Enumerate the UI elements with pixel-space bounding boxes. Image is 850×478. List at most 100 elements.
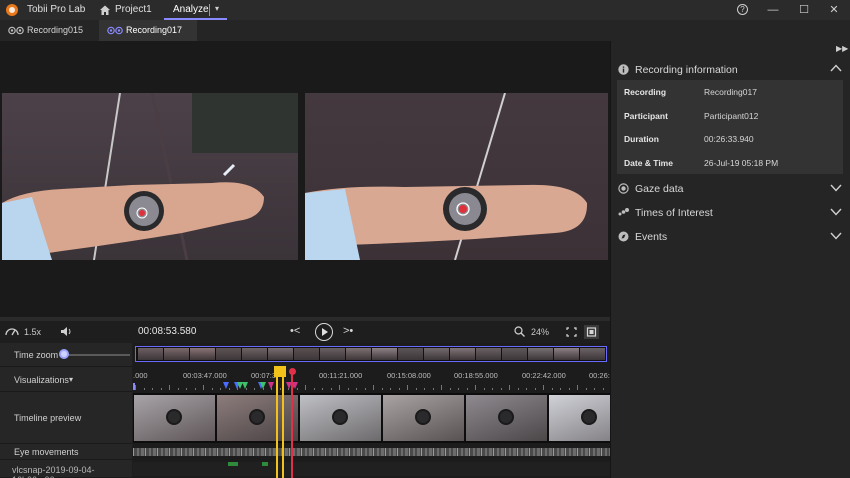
chevron-down-icon[interactable]: [830, 181, 842, 193]
marker-line: [291, 369, 293, 478]
chevron-down-icon[interactable]: [830, 229, 842, 241]
playhead-handle[interactable]: [274, 366, 286, 377]
tab-analyze[interactable]: Analyze ▾: [164, 0, 227, 20]
eye-movement-segment: [389, 448, 391, 456]
eye-movements-label: Eye movements: [14, 447, 79, 457]
eye-movement-segment: [169, 448, 170, 456]
ruler-tick: [322, 388, 323, 390]
step-back-icon[interactable]: •<: [290, 325, 300, 337]
watch-image: [581, 409, 597, 425]
eye-movements-track[interactable]: [133, 448, 612, 456]
overview-thumbnail: [138, 348, 163, 360]
time-zoom-label: Time zoom: [14, 350, 59, 360]
scene-image: [2, 93, 298, 260]
eye-movement-segment: [525, 448, 528, 456]
event-marker-icon[interactable]: [242, 382, 248, 389]
help-icon[interactable]: ?: [737, 4, 748, 15]
ruler-tick: [407, 385, 408, 390]
time-zoom-slider[interactable]: [62, 354, 130, 356]
eye-movement-segment: [573, 448, 576, 456]
step-forward-icon[interactable]: >•: [343, 325, 353, 337]
watch-image: [166, 409, 182, 425]
maximize-icon[interactable]: ☐: [796, 2, 812, 18]
eye-movement-segment: [517, 448, 518, 456]
info-value: Recording017: [704, 87, 757, 97]
home-icon[interactable]: [99, 4, 111, 16]
ruler-tick: [194, 388, 196, 390]
snapshot-hit[interactable]: [228, 462, 238, 466]
eye-movement-segment: [225, 448, 228, 456]
info-row: Duration 00:26:33.940: [617, 127, 843, 150]
ruler-tick: [534, 388, 536, 390]
event-marker-icon[interactable]: [223, 382, 229, 389]
eye-movement-segment: [293, 448, 295, 456]
time-zoom-slider-thumb[interactable]: [59, 349, 69, 359]
eye-movement-segment: [541, 448, 542, 456]
ruler-tick: [517, 388, 519, 390]
fullscreen-icon[interactable]: [584, 325, 599, 339]
search-icon[interactable]: [514, 326, 525, 337]
eye-movement-segment: [285, 448, 288, 456]
chevron-up-icon[interactable]: [830, 62, 842, 74]
times-of-interest-icon: [618, 208, 629, 216]
zoom-level: 24%: [531, 327, 550, 337]
info-row: Participant Participant012: [617, 104, 843, 127]
event-marker-icon[interactable]: [268, 382, 274, 389]
expand-icon[interactable]: [564, 325, 579, 339]
eye-movement-segment: [301, 448, 302, 456]
eye-movement-segment: [589, 448, 590, 456]
section-recording-information[interactable]: Recording information: [611, 59, 850, 81]
time-zoom-row: Time zoom: [0, 343, 132, 367]
minimize-icon[interactable]: —: [765, 2, 781, 18]
close-icon[interactable]: ✕: [826, 2, 842, 18]
eye-movement-segment: [533, 448, 535, 456]
overview-thumbnail: [190, 348, 215, 360]
project-name[interactable]: Project1: [115, 4, 152, 15]
chevron-down-icon[interactable]: [830, 205, 842, 217]
ruler-tick: [152, 388, 153, 390]
eye-movement-segment: [317, 448, 319, 456]
app-name: Tobii Pro Lab: [27, 4, 86, 15]
section-gaze-data[interactable]: Gaze data: [611, 178, 850, 200]
section-times-of-interest[interactable]: Times of Interest: [611, 202, 850, 224]
eye-movement-segment: [173, 448, 175, 456]
playback-speed[interactable]: 1.5x: [24, 327, 41, 337]
overview-thumbnail-strip[interactable]: [135, 346, 607, 362]
eye-movement-segment: [553, 448, 554, 456]
snapshot-hit[interactable]: [262, 462, 268, 466]
current-time: 00:08:53.580: [138, 326, 197, 337]
eye-movement-segment: [585, 448, 588, 456]
ruler-tick: [390, 388, 391, 390]
preview-thumbnail-strip[interactable]: [133, 393, 630, 443]
preview-thumbnail: [383, 395, 464, 441]
section-title: Recording information: [635, 64, 738, 76]
time-ruler[interactable]: .000 00:03:47.000 00:07:3 00:11:21.000 00:15…: [133, 367, 610, 392]
playhead-line: [276, 377, 278, 478]
visualizations-row[interactable]: Visualizations ▾: [0, 367, 132, 392]
eye-movement-segment: [197, 448, 199, 456]
eye-movement-segment: [381, 448, 384, 456]
chevron-down-icon[interactable]: ▾: [215, 4, 219, 13]
eye-movement-segment: [201, 448, 204, 456]
eye-movement-segment: [409, 448, 410, 456]
tab-label: Recording017: [126, 25, 183, 35]
scene-video-right[interactable]: [305, 93, 608, 260]
tab-label: Recording015: [27, 25, 84, 35]
scene-video-left[interactable]: [2, 93, 298, 260]
eye-movement-segment: [397, 448, 398, 456]
tab-recording015[interactable]: Recording015: [0, 20, 98, 41]
info-value: Participant012: [704, 111, 759, 121]
eye-movement-segment: [177, 448, 180, 456]
event-marker-icon[interactable]: [260, 382, 266, 389]
speed-gauge-icon[interactable]: [5, 326, 19, 336]
tab-recording017[interactable]: Recording017: [99, 20, 197, 41]
snapshot-track[interactable]: [133, 462, 610, 476]
volume-icon[interactable]: [60, 326, 72, 337]
ruler-tick: [169, 385, 170, 390]
section-events[interactable]: Events: [611, 226, 850, 248]
eye-movement-segment: [313, 448, 314, 456]
play-button[interactable]: [315, 323, 333, 341]
double-chevron-right-icon[interactable]: ▶▶: [836, 44, 848, 53]
glasses-icon: [8, 26, 24, 35]
chevron-down-icon[interactable]: ▾: [69, 375, 73, 384]
